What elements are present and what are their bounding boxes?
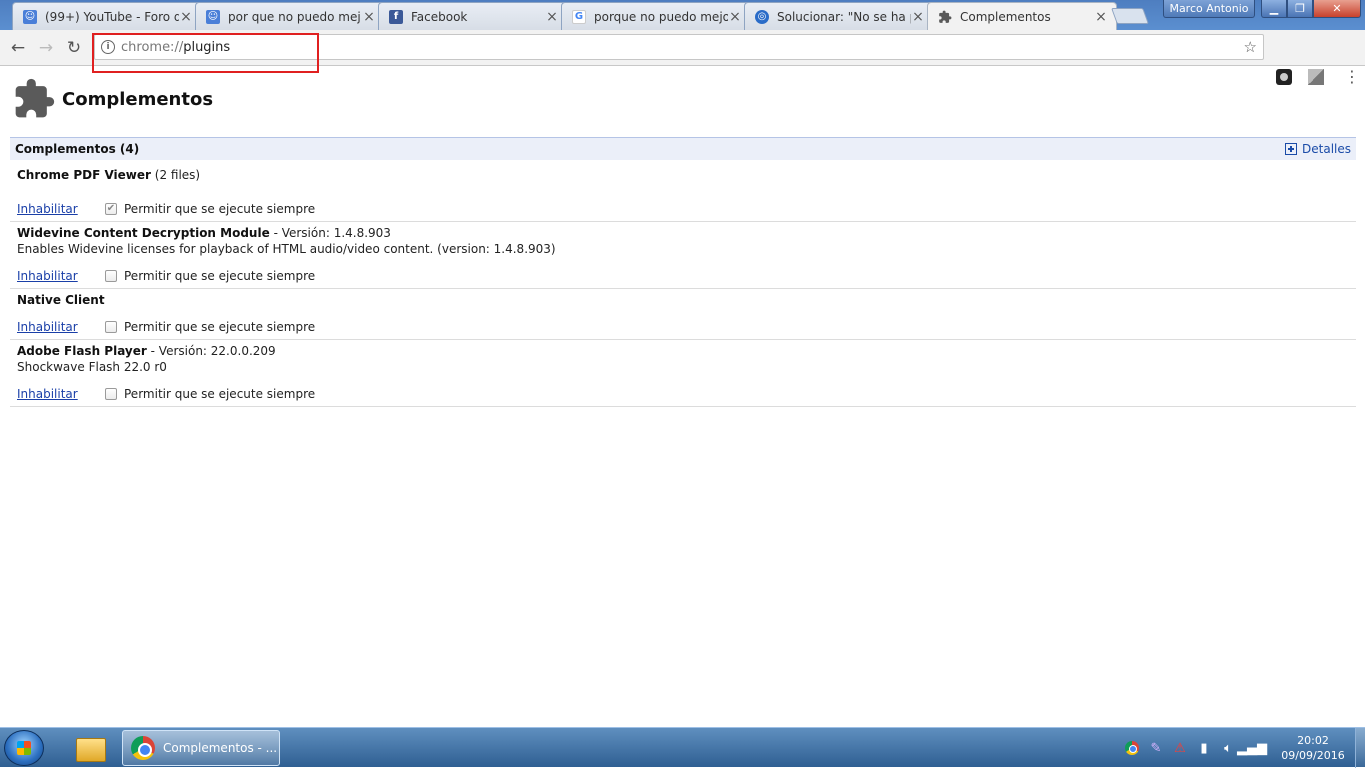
plugin-version: - Versión: 22.0.0.209 — [150, 344, 276, 358]
power-icon[interactable]: ▮ — [1196, 740, 1212, 756]
back-button[interactable]: ← — [7, 37, 29, 59]
plugin-actions: Inhabilitar Permitir que se ejecute siem… — [17, 387, 315, 401]
clock-time: 20:02 — [1297, 734, 1329, 747]
menu-icon[interactable]: ⋮ — [1344, 68, 1360, 86]
always-allow-label: Permitir que se ejecute siempre — [124, 269, 316, 283]
minimize-button[interactable]: ▁ — [1261, 0, 1287, 18]
system-tray: ✎ ⚠ ▮ 🔈︎ ▂▄▆ — [1124, 740, 1267, 756]
close-icon[interactable]: × — [545, 9, 559, 25]
maximize-button[interactable]: ❐ — [1287, 0, 1313, 18]
plugin-version: (2 files) — [154, 168, 201, 182]
close-icon[interactable]: × — [911, 9, 925, 25]
tab-title: Solucionar: "No se ha p — [777, 9, 911, 24]
always-allow-checkbox[interactable] — [105, 270, 117, 282]
always-allow-checkbox[interactable]: ✔ — [105, 203, 117, 215]
disable-link[interactable]: Inhabilitar — [17, 387, 105, 401]
details-label: Detalles — [1302, 142, 1351, 156]
tab-strip: ☺ (99+) YouTube - Foro d × ☺ por que no … — [0, 0, 1365, 31]
plugin-native-client: Native Client Inhabilitar Permitir que s… — [10, 289, 1356, 340]
taskbar: Complementos - ... ✎ ⚠ ▮ 🔈︎ ▂▄▆ 20:02 09… — [0, 727, 1365, 768]
tab-title: porque no puedo mejo — [594, 9, 728, 24]
volume-icon[interactable]: 🔈︎ — [1220, 740, 1236, 756]
plugin-name: Chrome PDF Viewer — [17, 168, 151, 182]
tab-title: Facebook — [411, 9, 468, 24]
highlight-annotation — [92, 33, 319, 73]
always-allow-checkbox[interactable] — [105, 388, 117, 400]
plus-icon — [1285, 143, 1298, 155]
tab-title: (99+) YouTube - Foro d — [45, 9, 179, 24]
google-product-forums-icon: ☺ — [206, 9, 220, 24]
file-explorer-taskbar-button[interactable] — [70, 731, 110, 765]
plugin-actions: Inhabilitar Permitir que se ejecute siem… — [17, 320, 315, 334]
feather-icon[interactable]: ✎ — [1148, 740, 1164, 756]
plugin-name: Native Client — [17, 293, 105, 307]
extension-icon[interactable] — [1308, 69, 1324, 85]
chrome-icon[interactable] — [1124, 740, 1140, 756]
always-allow-label: Permitir que se ejecute siempre — [124, 320, 316, 334]
profile-button[interactable]: Marco Antonio — [1163, 0, 1255, 18]
taskbar-window-label: Complementos - ... — [163, 741, 278, 755]
clock[interactable]: 20:02 09/09/2016 — [1276, 733, 1350, 763]
globe-icon: ◎ — [755, 9, 769, 24]
close-icon[interactable]: × — [362, 9, 376, 25]
new-tab-button[interactable] — [1111, 8, 1149, 24]
facebook-icon: f — [389, 9, 403, 24]
close-icon[interactable]: × — [1094, 9, 1108, 25]
puzzle-icon — [12, 77, 56, 121]
puzzle-icon — [938, 10, 952, 24]
extension-icon[interactable] — [1276, 69, 1292, 85]
always-allow-label: Permitir que se ejecute siempre — [124, 202, 316, 216]
plugin-chrome-pdf-viewer: Chrome PDF Viewer (2 files) Inhabilitar … — [10, 161, 1356, 222]
start-button[interactable] — [4, 730, 44, 766]
tab-complementos[interactable]: Complementos × — [927, 2, 1117, 31]
clock-date: 09/09/2016 — [1281, 749, 1345, 762]
details-toggle[interactable]: Detalles — [1285, 142, 1351, 156]
google-product-forums-icon: ☺ — [23, 9, 37, 24]
network-icon[interactable]: ▂▄▆ — [1237, 740, 1267, 756]
forward-button[interactable]: → — [35, 37, 57, 59]
warning-icon[interactable]: ⚠ — [1172, 740, 1188, 756]
tab-solucionar[interactable]: ◎ Solucionar: "No se ha p × — [744, 2, 934, 30]
plugins-section-header: Complementos (4) Detalles — [10, 137, 1356, 160]
disable-link[interactable]: Inhabilitar — [17, 202, 105, 216]
disable-link[interactable]: Inhabilitar — [17, 320, 105, 334]
section-title: Complementos (4) — [15, 142, 140, 156]
tab-title: Complementos — [960, 10, 1051, 24]
close-icon[interactable]: × — [179, 9, 193, 25]
tab-title: por que no puedo mej — [228, 9, 361, 24]
tab-porque-no-puedo[interactable]: G porque no puedo mejo × — [561, 2, 751, 30]
chrome-icon — [131, 736, 155, 760]
page-header: Complementos — [12, 76, 213, 122]
disable-link[interactable]: Inhabilitar — [17, 269, 105, 283]
plugin-actions: Inhabilitar Permitir que se ejecute siem… — [17, 269, 315, 283]
star-icon[interactable]: ☆ — [1244, 38, 1257, 56]
plugin-name: Widevine Content Decryption Module — [17, 226, 270, 240]
tab-facebook[interactable]: f Facebook × — [378, 2, 568, 30]
plugin-actions: Inhabilitar ✔ Permitir que se ejecute si… — [17, 202, 315, 216]
plugin-widevine: Widevine Content Decryption Module - Ver… — [10, 222, 1356, 289]
close-icon[interactable]: × — [728, 9, 742, 25]
google-icon: G — [572, 9, 586, 24]
always-allow-label: Permitir que se ejecute siempre — [124, 387, 316, 401]
plugin-description: Enables Widevine licenses for playback o… — [17, 242, 556, 256]
show-desktop-button[interactable] — [1355, 728, 1365, 768]
close-window-button[interactable]: ✕ — [1313, 0, 1361, 18]
plugin-name: Adobe Flash Player — [17, 344, 147, 358]
reload-button[interactable]: ↻ — [63, 37, 85, 59]
plugin-adobe-flash-player: Adobe Flash Player - Versión: 22.0.0.209… — [10, 340, 1356, 407]
page-title: Complementos — [62, 88, 214, 110]
plugin-description: Shockwave Flash 22.0 r0 — [17, 360, 167, 374]
tab-por-que-no-puedo[interactable]: ☺ por que no puedo mej × — [195, 2, 385, 30]
plugin-version: - Versión: 1.4.8.903 — [273, 226, 391, 240]
chrome-taskbar-button[interactable]: Complementos - ... — [122, 730, 280, 766]
tab-youtube-forum[interactable]: ☺ (99+) YouTube - Foro d × — [12, 2, 202, 30]
always-allow-checkbox[interactable] — [105, 321, 117, 333]
